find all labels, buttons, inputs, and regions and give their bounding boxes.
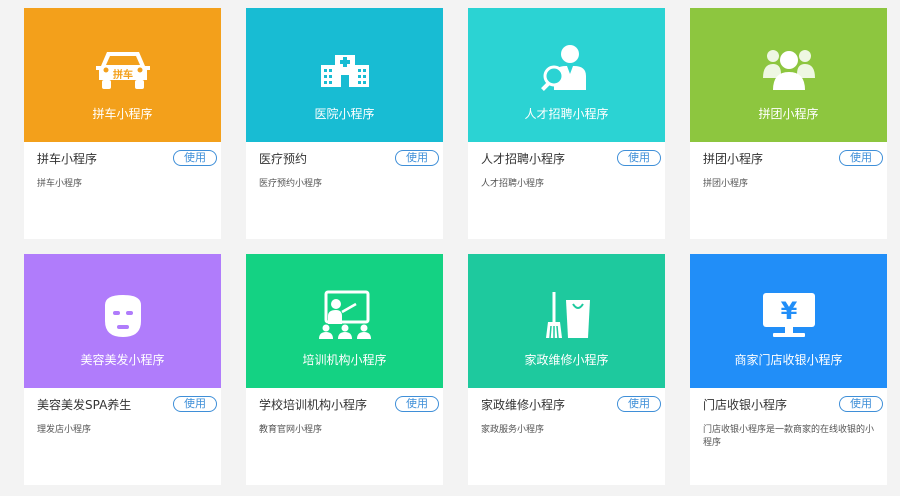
card-description: 拼车小程序: [37, 179, 83, 189]
template-card[interactable]: ¥ 商家门店收银小程序 门店收银小程序 使用 门店收银小程序是一款商家的在线收银…: [690, 254, 887, 485]
svg-text:拼车: 拼车: [113, 68, 133, 81]
banner-title: 美容美发小程序: [80, 353, 165, 367]
banner-title: 医院小程序: [314, 107, 375, 121]
card-description: 医疗预约小程序: [259, 179, 323, 189]
card-title: 人才招聘小程序: [481, 152, 566, 166]
card-banner[interactable]: 家政维修小程序: [468, 254, 665, 388]
card-title: 学校培训机构小程序: [259, 398, 368, 412]
card-description: 家政服务小程序: [481, 425, 545, 435]
card-title: 美容美发SPA养生: [37, 398, 132, 412]
banner-title: 拼车小程序: [92, 107, 153, 121]
face-mask-icon: [104, 295, 141, 337]
card-banner[interactable]: 美容美发小程序: [24, 254, 221, 388]
template-card[interactable]: 美容美发小程序 美容美发SPA养生 使用 理发店小程序: [24, 254, 221, 485]
card-title: 医疗预约: [259, 152, 308, 166]
template-card[interactable]: 拼车 拼车小程序 拼车小程序 使用 拼车小程序: [24, 8, 221, 239]
use-button[interactable]: 使用: [395, 150, 439, 166]
card-description: 人才招聘小程序: [481, 179, 545, 189]
card-description: 理发店小程序: [37, 425, 92, 435]
group-icon: [762, 50, 815, 90]
card-banner[interactable]: 培训机构小程序: [246, 254, 443, 388]
card-banner[interactable]: 拼团小程序: [690, 8, 887, 142]
card-title: 门店收银小程序: [703, 398, 788, 412]
use-button[interactable]: 使用: [839, 150, 883, 166]
car-icon: 拼车: [95, 52, 150, 89]
template-card[interactable]: 培训机构小程序 学校培训机构小程序 使用 教育官网小程序: [246, 254, 443, 485]
card-description: 门店收银小程序是一款商家的在线收银的小程序: [703, 425, 875, 448]
card-banner[interactable]: 医院小程序: [246, 8, 443, 142]
template-card[interactable]: 人才招聘小程序 人才招聘小程序 使用 人才招聘小程序: [468, 8, 665, 239]
use-button[interactable]: 使用: [839, 396, 883, 412]
card-description: 拼团小程序: [703, 179, 749, 189]
cleaning-icon: [545, 292, 590, 339]
classroom-icon: [318, 290, 371, 339]
use-button[interactable]: 使用: [617, 396, 661, 412]
card-banner[interactable]: 人才招聘小程序: [468, 8, 665, 142]
template-grid: 拼车 拼车小程序 拼车小程序 使用 拼车小程序 医院小程序 医疗预约 使用 医疗…: [0, 0, 900, 496]
template-card[interactable]: 拼团小程序 拼团小程序 使用 拼团小程序: [690, 8, 887, 239]
cashier-icon: ¥: [762, 293, 815, 337]
card-title: 拼团小程序: [703, 152, 764, 166]
banner-title: 培训机构小程序: [302, 353, 387, 367]
card-title: 拼车小程序: [37, 152, 98, 166]
banner-title: 家政维修小程序: [524, 353, 609, 367]
banner-title: 商家门店收银小程序: [734, 353, 843, 367]
card-description: 教育官网小程序: [259, 425, 323, 435]
banner-title: 人才招聘小程序: [524, 107, 609, 121]
recruiter-icon: [540, 45, 586, 91]
template-card[interactable]: 家政维修小程序 家政维修小程序 使用 家政服务小程序: [468, 254, 665, 485]
hospital-icon: [320, 55, 369, 87]
use-button[interactable]: 使用: [173, 150, 217, 166]
svg-text:¥: ¥: [780, 297, 797, 325]
card-banner[interactable]: 拼车 拼车小程序: [24, 8, 221, 142]
template-card[interactable]: 医院小程序 医疗预约 使用 医疗预约小程序: [246, 8, 443, 239]
use-button[interactable]: 使用: [395, 396, 439, 412]
card-title: 家政维修小程序: [481, 398, 566, 412]
card-banner[interactable]: ¥ 商家门店收银小程序: [690, 254, 887, 388]
use-button[interactable]: 使用: [617, 150, 661, 166]
banner-title: 拼团小程序: [758, 107, 819, 121]
use-button[interactable]: 使用: [173, 396, 217, 412]
